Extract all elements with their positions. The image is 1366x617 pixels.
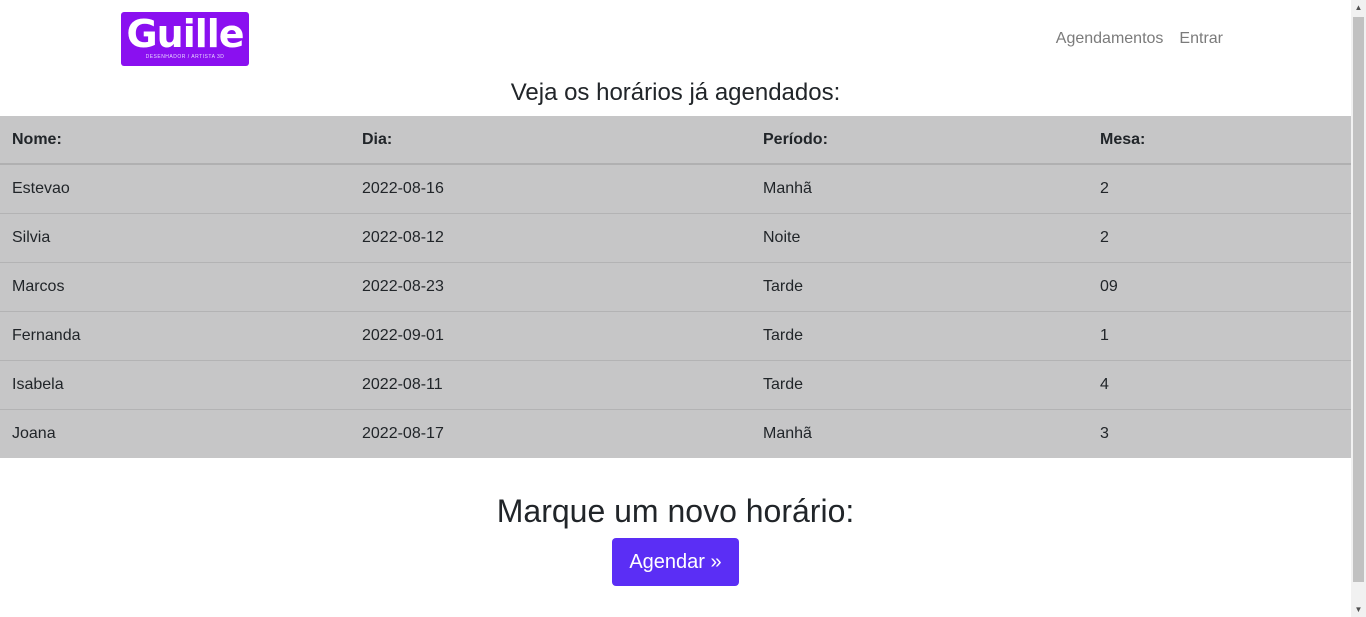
- cell-mesa: 3: [1088, 409, 1351, 458]
- column-header-mesa: Mesa:: [1088, 116, 1351, 165]
- table-row: Joana 2022-08-17 Manhã 3: [0, 409, 1351, 458]
- table-row: Silvia 2022-08-12 Noite 2: [0, 213, 1351, 263]
- cell-dia: 2022-08-11: [350, 360, 751, 410]
- cell-dia: 2022-09-01: [350, 311, 751, 361]
- cell-mesa: 09: [1088, 262, 1351, 312]
- cell-mesa: 1: [1088, 311, 1351, 361]
- cell-nome: Silvia: [0, 213, 350, 263]
- nav-link-entrar[interactable]: Entrar: [1179, 29, 1223, 49]
- cell-dia: 2022-08-17: [350, 409, 751, 458]
- cell-mesa: 2: [1088, 213, 1351, 263]
- cell-dia: 2022-08-12: [350, 213, 751, 263]
- table-row: Marcos 2022-08-23 Tarde 09: [0, 262, 1351, 312]
- schedule-table-container: Nome: Dia: Período: Mesa: Estevao 2022-0…: [0, 116, 1351, 458]
- cell-periodo: Tarde: [751, 360, 1088, 410]
- cell-nome: Isabela: [0, 360, 350, 410]
- cell-nome: Estevao: [12, 180, 70, 197]
- table-row: Fernanda 2022-09-01 Tarde 1: [0, 311, 1351, 361]
- table-header-row: Nome: Dia: Período: Mesa:: [0, 116, 1351, 165]
- logo-wordmark: Guille: [126, 12, 244, 56]
- cell-periodo: Tarde: [751, 311, 1088, 361]
- cell-nome: Joana: [0, 409, 350, 458]
- cell-nome: Fernanda: [0, 311, 350, 361]
- scrollbar-thumb[interactable]: [1353, 17, 1364, 582]
- navbar: Guille DESENHADOR / ARTISTA 3D Agendamen…: [0, 0, 1351, 77]
- column-header-nome: Nome:: [0, 116, 350, 165]
- cell-mesa: 2: [1100, 180, 1109, 197]
- nav-link-agendamentos[interactable]: Agendamentos: [1056, 29, 1164, 49]
- column-header-dia: Dia:: [350, 116, 751, 165]
- page: Guille DESENHADOR / ARTISTA 3D Agendamen…: [0, 0, 1351, 617]
- scroll-up-arrow-icon[interactable]: ▲: [1351, 0, 1366, 15]
- new-booking-section: Marque um novo horário: Agendar »: [0, 493, 1351, 586]
- cell-nome: Marcos: [0, 262, 350, 312]
- cell-periodo: Noite: [751, 213, 1088, 263]
- vertical-scrollbar[interactable]: ▲ ▼: [1351, 0, 1366, 617]
- cell-periodo: Manhã: [763, 180, 812, 197]
- column-header-periodo: Período:: [751, 116, 1088, 165]
- table-row: Isabela 2022-08-11 Tarde 4: [0, 360, 1351, 410]
- new-booking-title: Marque um novo horário:: [496, 493, 855, 529]
- agendar-button[interactable]: Agendar »: [612, 538, 739, 586]
- cell-dia: 2022-08-16: [362, 180, 444, 197]
- nav-links: Agendamentos Entrar: [1056, 29, 1223, 49]
- cell-dia: 2022-08-23: [350, 262, 751, 312]
- schedule-table: Nome: Dia: Período: Mesa: Estevao 2022-0…: [0, 116, 1351, 458]
- cell-mesa: 4: [1088, 360, 1351, 410]
- table-row: Estevao 2022-08-16 Manhã 2: [0, 164, 1351, 214]
- cell-periodo: Tarde: [751, 262, 1088, 312]
- scroll-down-arrow-icon[interactable]: ▼: [1351, 602, 1366, 617]
- cell-periodo: Manhã: [751, 409, 1088, 458]
- brand-logo[interactable]: Guille DESENHADOR / ARTISTA 3D: [121, 12, 249, 66]
- schedule-title: Veja os horários já agendados:: [510, 79, 841, 106]
